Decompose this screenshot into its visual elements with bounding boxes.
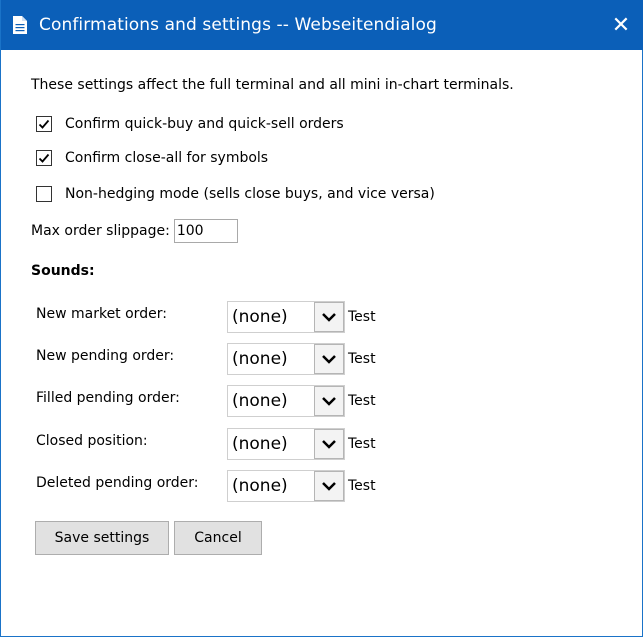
sound-row-filled-pending-order: Filled pending order: (none) Test: [36, 381, 456, 417]
sound-row-closed-position: Closed position: (none) Test: [36, 424, 456, 460]
confirm-quick-orders-label: Confirm quick-buy and quick-sell orders: [65, 116, 344, 132]
test-sound-link[interactable]: Test: [348, 436, 376, 452]
sound-select-value: (none): [232, 476, 288, 496]
chevron-down-icon: [322, 355, 336, 364]
sound-select[interactable]: (none): [227, 470, 345, 502]
sound-select-value: (none): [232, 391, 288, 411]
save-settings-button[interactable]: Save settings: [35, 521, 169, 555]
sound-row-deleted-pending-order: Deleted pending order: (none) Test: [36, 466, 456, 502]
sound-row-new-pending-order: New pending order: (none) Test: [36, 339, 456, 375]
confirm-close-all-row[interactable]: Confirm close-all for symbols: [36, 150, 268, 166]
chevron-down-icon: [322, 440, 336, 449]
max-slippage-label: Max order slippage:: [31, 223, 170, 239]
confirm-close-all-label: Confirm close-all for symbols: [65, 150, 269, 166]
dropdown-button[interactable]: [314, 429, 344, 459]
confirm-quick-orders-row[interactable]: Confirm quick-buy and quick-sell orders: [36, 116, 344, 132]
sound-label: Deleted pending order:: [36, 475, 199, 491]
sound-select-value: (none): [232, 307, 288, 327]
sound-select[interactable]: (none): [227, 343, 345, 375]
test-sound-link[interactable]: Test: [348, 351, 376, 367]
sound-label: New market order:: [36, 306, 167, 322]
test-sound-link[interactable]: Test: [348, 309, 376, 325]
chevron-down-icon: [322, 397, 336, 406]
sound-select-value: (none): [232, 349, 288, 369]
description-text: These settings affect the full terminal …: [31, 77, 514, 93]
test-sound-link[interactable]: Test: [348, 393, 376, 409]
sound-select[interactable]: (none): [227, 301, 345, 333]
dropdown-button[interactable]: [314, 302, 344, 332]
sounds-heading: Sounds:: [31, 263, 95, 279]
window-title: Confirmations and settings -- Webseitend…: [39, 15, 437, 35]
dropdown-button[interactable]: [314, 471, 344, 501]
test-sound-link[interactable]: Test: [348, 478, 376, 494]
checkmark-icon: [38, 153, 50, 163]
sound-select[interactable]: (none): [227, 428, 345, 460]
sound-select[interactable]: (none): [227, 385, 345, 417]
dropdown-button[interactable]: [314, 344, 344, 374]
max-slippage-input[interactable]: [173, 219, 238, 243]
non-hedging-row[interactable]: Non-hedging mode (sells close buys, and …: [36, 186, 435, 202]
sound-label: Closed position:: [36, 433, 148, 449]
checkmark-icon: [38, 119, 50, 129]
sound-label: New pending order:: [36, 348, 175, 364]
close-icon: ✕: [611, 12, 631, 38]
chevron-down-icon: [322, 313, 336, 322]
sound-label: Filled pending order:: [36, 390, 180, 406]
cancel-button[interactable]: Cancel: [174, 521, 262, 555]
confirm-close-all-checkbox[interactable]: [36, 150, 52, 166]
title-bar: Confirmations and settings -- Webseitend…: [1, 0, 643, 50]
confirm-quick-orders-checkbox[interactable]: [36, 116, 52, 132]
dialog-window: Confirmations and settings -- Webseitend…: [0, 0, 643, 637]
dropdown-button[interactable]: [314, 386, 344, 416]
non-hedging-label: Non-hedging mode (sells close buys, and …: [65, 186, 435, 202]
sound-select-value: (none): [232, 434, 288, 454]
sound-row-new-market-order: New market order: (none) Test: [36, 297, 456, 333]
close-button[interactable]: ✕: [598, 0, 643, 50]
document-icon: [13, 16, 27, 34]
non-hedging-checkbox[interactable]: [36, 186, 52, 202]
chevron-down-icon: [322, 482, 336, 491]
max-slippage-row: Max order slippage:: [31, 219, 238, 243]
